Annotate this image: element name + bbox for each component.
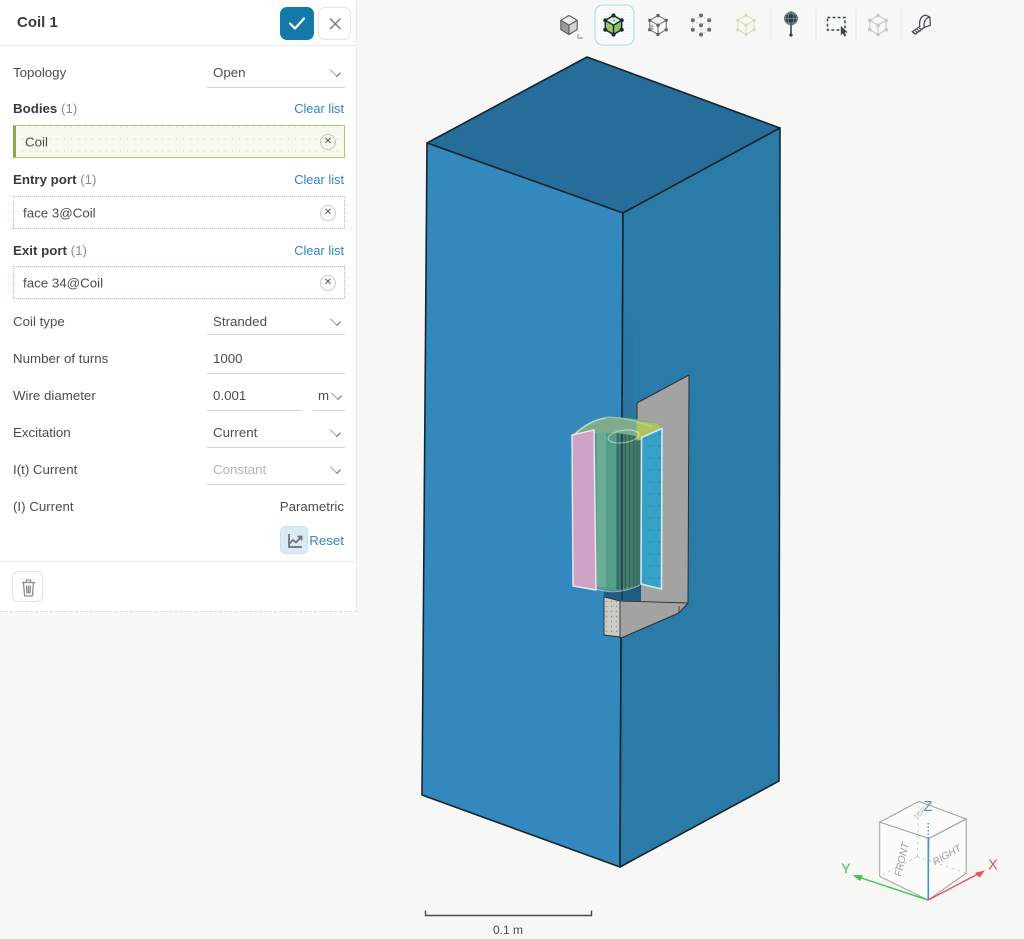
svg-text:Z: Z bbox=[924, 799, 933, 815]
svg-text:0.1 m: 0.1 m bbox=[493, 923, 523, 937]
svg-text:X: X bbox=[988, 858, 998, 874]
svg-text:Y: Y bbox=[841, 862, 851, 878]
